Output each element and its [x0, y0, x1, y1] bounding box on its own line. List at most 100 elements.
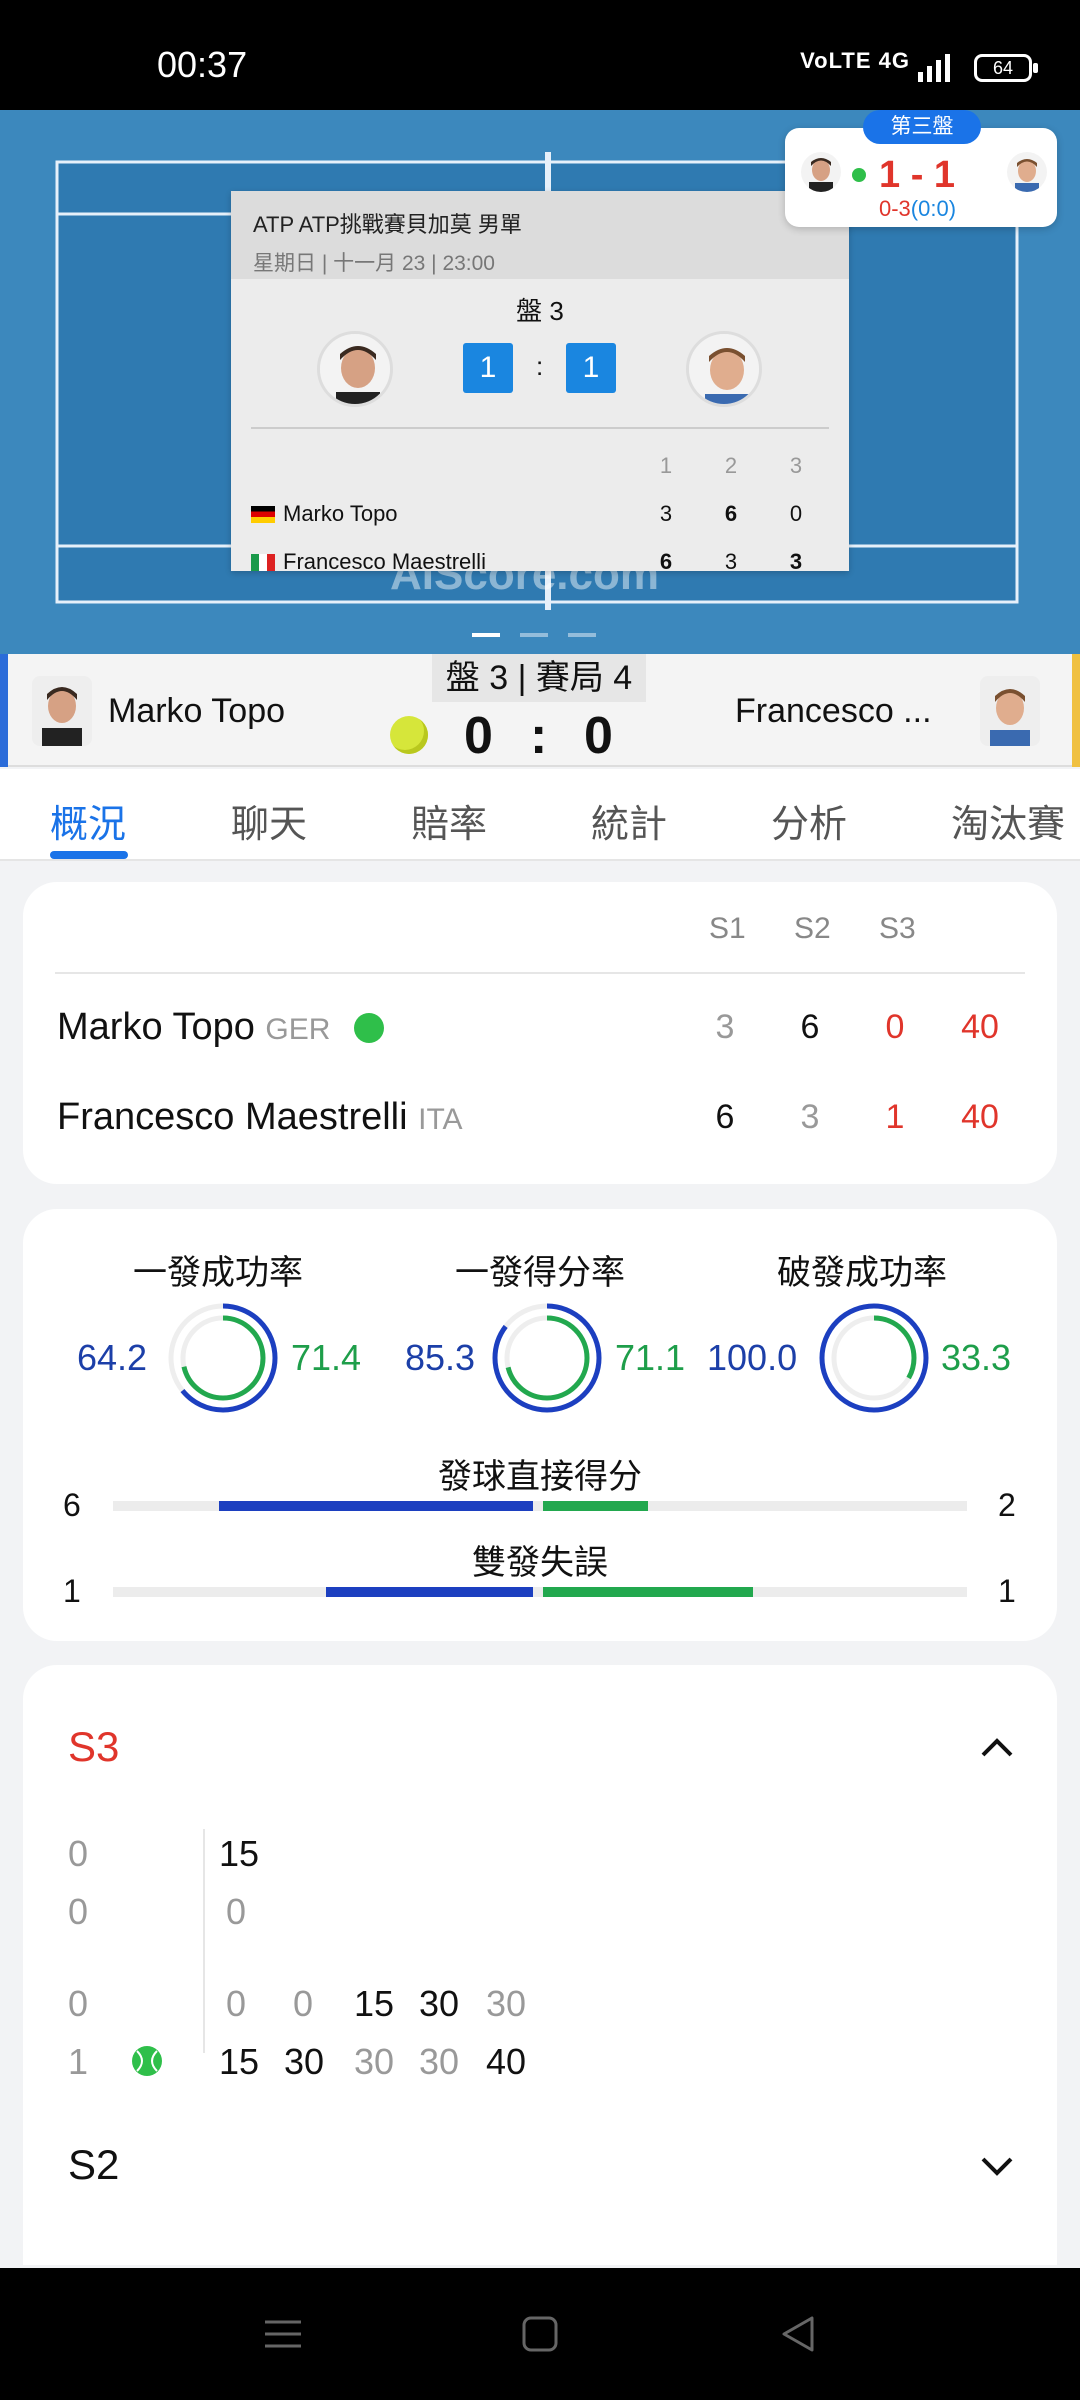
- away-games: 0: [68, 1891, 89, 1932]
- chevron-down-icon[interactable]: [977, 2147, 1017, 2187]
- table-row: Marko Topo 3 6 0: [251, 489, 829, 537]
- point-score: 15: [219, 1833, 260, 1874]
- home-player-row-name: Marko Topo GER: [57, 1006, 331, 1048]
- away-player-row-name: Francesco Maestrelli ITA: [57, 1096, 463, 1138]
- carousel-dots[interactable]: [472, 624, 616, 642]
- stat-title: 破發成功率: [777, 1254, 947, 1292]
- set-tag: 第三盤: [863, 110, 981, 144]
- status-bar: 00:37 VoLTE 4G 64: [0, 0, 1080, 110]
- divider: [55, 972, 1025, 974]
- home-bar-value: 1: [63, 1573, 81, 1609]
- col-header: 3: [789, 453, 803, 478]
- stats-card: 一發成功率 一發得分率 破發成功率 64.2 71.4 85.3 71.1 10…: [23, 1209, 1057, 1641]
- chevron-up-icon[interactable]: [977, 1727, 1017, 1767]
- match-info-card: ATP ATP挑戰賽貝加莫 男單 星期日 | 十一月 23 | 23:00 盤 …: [231, 191, 849, 574]
- away-points: 0: [584, 707, 613, 765]
- home-player-avatar[interactable]: [32, 676, 92, 746]
- home-stat-value: 100.0: [707, 1337, 798, 1378]
- set-score: 1: [885, 1098, 905, 1136]
- set-score: 6: [724, 501, 738, 526]
- sets-colon: :: [536, 351, 544, 381]
- set-score: 0: [885, 1008, 905, 1046]
- bar-title: 發球直接得分: [438, 1458, 642, 1496]
- away-avatar-small: [1007, 152, 1047, 192]
- set-label: 盤 3: [516, 296, 564, 326]
- home-icon[interactable]: [520, 2314, 560, 2354]
- point-score: 40: [486, 2041, 527, 2082]
- away-player-name[interactable]: Francesco ...: [735, 692, 932, 731]
- home-games: 0: [68, 1833, 89, 1874]
- signal-indicator: VoLTE 4G: [800, 48, 910, 73]
- point-score: 30: [284, 2041, 325, 2082]
- serving-ball-icon: [852, 168, 866, 182]
- set-score: 3: [659, 501, 673, 526]
- home-points: 0: [464, 707, 493, 765]
- home-avatar: [317, 331, 393, 407]
- point-score: 15: [219, 2041, 260, 2082]
- col-header-s1: S1: [709, 912, 746, 945]
- player-name: Marko Topo: [251, 501, 398, 527]
- home-player-name[interactable]: Marko Topo: [108, 692, 285, 731]
- col-header-s3: S3: [879, 912, 916, 945]
- point-score: 30: [419, 2041, 460, 2082]
- away-bar: [543, 1587, 753, 1597]
- set-game-label: 盤 3 | 賽局 4: [432, 654, 646, 702]
- tab-odds[interactable]: 賠率: [411, 793, 487, 848]
- set-score: 6: [659, 549, 673, 574]
- away-bar: [543, 1501, 648, 1511]
- home-sets-box: 1: [463, 343, 513, 393]
- back-icon[interactable]: [778, 2314, 818, 2354]
- set-score: 3: [724, 549, 738, 574]
- set-score: 0: [789, 501, 803, 526]
- bar-title: 雙發失誤: [472, 1544, 608, 1582]
- away-stat-value: 33.3: [941, 1337, 1012, 1378]
- menu-icon[interactable]: [263, 2314, 303, 2354]
- set-score: 3: [715, 1008, 735, 1046]
- set-s3-label[interactable]: S3: [68, 1723, 119, 1771]
- away-stat-value: 71.4: [291, 1337, 362, 1378]
- ring-chart: [492, 1303, 602, 1413]
- serving-ball-icon: [354, 1013, 384, 1043]
- point-score: 30: [354, 2041, 395, 2082]
- mini-sub-score: 0-3(0:0): [879, 196, 957, 221]
- point-score: 15: [354, 1983, 395, 2024]
- home-color-strip: [0, 654, 8, 767]
- tab-knockout[interactable]: 淘汰賽: [951, 793, 1065, 848]
- away-bar-value: 2: [998, 1487, 1016, 1523]
- home-avatar-small: [801, 152, 841, 192]
- table-header-row: 1 2 3: [251, 441, 829, 489]
- divider: [203, 1923, 205, 2053]
- home-bar: [326, 1587, 533, 1597]
- mini-score: 1 - 1: [879, 154, 956, 196]
- floating-score-widget[interactable]: 第三盤 1 - 1 0-3(0:0): [785, 110, 1057, 227]
- home-stat-value: 64.2: [77, 1337, 148, 1378]
- tab-chat[interactable]: 聊天: [231, 793, 307, 848]
- match-datetime: 星期日 | 十一月 23 | 23:00: [253, 252, 495, 275]
- away-games: 1: [68, 2041, 89, 2082]
- status-time: 00:37: [157, 44, 248, 85]
- home-bar: [219, 1501, 533, 1511]
- set-s2-label[interactable]: S2: [68, 2141, 119, 2189]
- away-player-avatar[interactable]: [980, 676, 1040, 746]
- stat-title: 一發成功率: [133, 1254, 303, 1292]
- tennis-ball-icon: [390, 716, 428, 754]
- away-sets-box: 1: [566, 343, 616, 393]
- tab-stats[interactable]: 統計: [591, 793, 667, 848]
- set-score: 3: [800, 1098, 820, 1136]
- col-header-s2: S2: [794, 912, 831, 945]
- germany-flag-icon: [251, 506, 275, 523]
- active-tab-indicator: [50, 851, 128, 859]
- score-table-card: S1 S2 S3 Marko Topo GER 3 6 0 40 Frances…: [23, 882, 1057, 1184]
- home-games: 0: [68, 1983, 89, 2024]
- divider: [251, 427, 829, 429]
- stat-title: 一發得分率: [455, 1254, 625, 1292]
- home-bar-value: 6: [63, 1487, 81, 1523]
- tab-analysis[interactable]: 分析: [771, 793, 847, 848]
- signal-bars-icon: [918, 54, 950, 82]
- match-header: ATP ATP挑戰賽貝加莫 男單 星期日 | 十一月 23 | 23:00: [231, 191, 849, 279]
- ring-chart: [819, 1303, 929, 1413]
- col-header: 1: [659, 453, 673, 478]
- ring-chart: [168, 1303, 278, 1413]
- away-stat-value: 71.1: [615, 1337, 686, 1378]
- tab-overview[interactable]: 概況: [50, 793, 126, 848]
